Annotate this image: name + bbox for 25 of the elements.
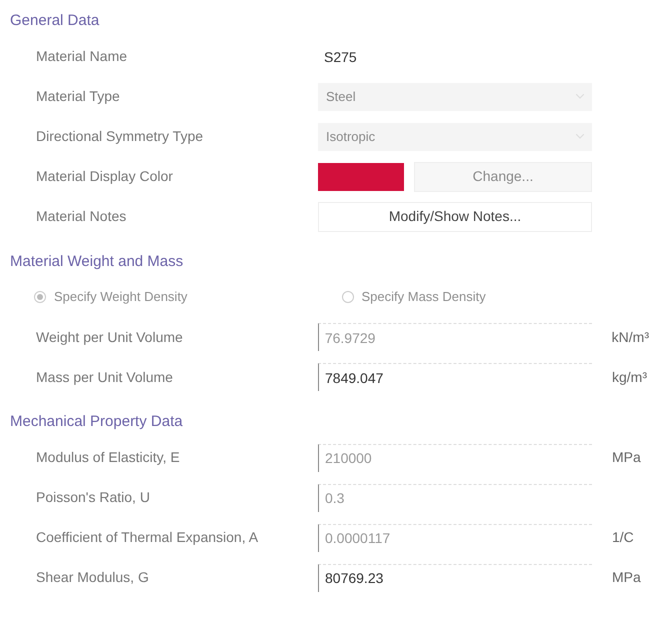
field-label: Weight per Unit Volume xyxy=(36,328,184,347)
field-label: Material Type xyxy=(36,87,121,106)
unit-label: MPa xyxy=(612,568,641,587)
section-heading: Material Weight and Mass xyxy=(10,252,184,272)
field-label: Material Notes xyxy=(36,207,128,226)
unit-label: kg/m³ xyxy=(612,368,647,387)
section-heading: Mechanical Property Data xyxy=(10,412,184,432)
unit-label: MPa xyxy=(612,448,641,467)
field-label: Poisson's Ratio, U xyxy=(36,488,151,507)
field-label: Material Name xyxy=(36,47,128,66)
field-label: Mass per Unit Volume xyxy=(36,368,174,387)
radio-label: Specify Weight Density xyxy=(54,288,188,306)
field-label: Coefficient of Thermal Expansion, A xyxy=(36,528,260,547)
notes-button[interactable]: Modify/Show Notes... xyxy=(318,202,592,232)
input-field[interactable]: 7849.047 xyxy=(318,363,592,391)
unit-label: kN/m³ xyxy=(612,328,649,346)
field-label: Directional Symmetry Type xyxy=(36,127,204,146)
input-field[interactable]: 80769.23 xyxy=(318,564,592,592)
field-label: Material Display Color xyxy=(36,167,174,186)
field-label: Shear Modulus, G xyxy=(36,568,150,587)
section-heading: General Data xyxy=(10,11,100,31)
radio-label: Specify Mass Density xyxy=(362,288,486,306)
field-label: Modulus of Elasticity, E xyxy=(36,448,181,467)
unit-label: 1/C xyxy=(612,528,634,547)
input-field[interactable]: S275 xyxy=(318,42,592,70)
